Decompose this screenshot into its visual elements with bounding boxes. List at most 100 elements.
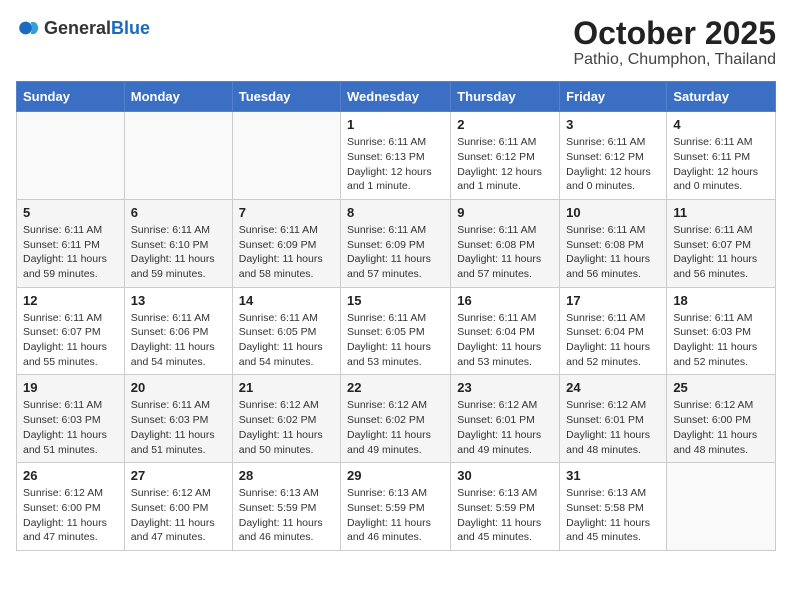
calendar-cell: 3Sunrise: 6:11 AMSunset: 6:12 PMDaylight… [560,112,667,200]
day-info: Sunrise: 6:11 AMSunset: 6:07 PMDaylight:… [23,311,118,370]
day-info-line: Sunrise: 6:11 AM [23,224,102,236]
day-info-line: Sunset: 6:06 PM [131,326,209,338]
day-info-line: and 56 minutes. [673,268,748,280]
day-info-line: Sunset: 6:00 PM [673,414,751,426]
day-info-line: Daylight: 11 hours [131,341,215,353]
day-info: Sunrise: 6:11 AM Sunset: 6:09 PM Daylight:… [239,223,334,282]
calendar-cell: 15Sunrise: 6:11 AMSunset: 6:05 PMDayligh… [341,287,451,375]
calendar-table: SundayMondayTuesdayWednesdayThursdayFrid… [16,81,776,551]
weekday-row: SundayMondayTuesdayWednesdayThursdayFrid… [17,82,776,112]
day-info-line: Sunrise: 6:11 AM [239,224,318,236]
day-info-line: Sunset: 6:04 PM [457,326,535,338]
day-info-line: Sunset: 6:01 PM [566,414,644,426]
calendar-week-row: 5Sunrise: 6:11 AMSunset: 6:11 PMDaylight… [17,199,776,287]
day-info-line: Sunrise: 6:12 AM [23,487,103,499]
weekday-header: Wednesday [341,82,451,112]
day-info: Sunrise: 6:12 AMSunset: 6:00 PMDaylight:… [23,486,118,545]
day-info: Sunrise: 6:13 AM Sunset: 5:58 PM Daylight:… [566,486,660,545]
day-number: 1 [347,117,444,132]
day-info-line: Sunset: 6:09 PM [239,239,317,251]
calendar-cell: 14Sunrise: 6:11 AMSunset: 6:05 PMDayligh… [232,287,340,375]
weekday-header: Monday [124,82,232,112]
calendar-cell: 25Sunrise: 6:12 AMSunset: 6:00 PMDayligh… [667,375,776,463]
day-info-line: Sunset: 6:09 PM [347,239,425,251]
day-info: Sunrise: 6:12 AMSunset: 6:02 PMDaylight:… [239,398,334,457]
day-info-line: and 52 minutes. [566,356,641,368]
day-info: Sunrise: 6:13 AMSunset: 5:59 PMDaylight:… [457,486,553,545]
day-info: Sunrise: 6:11 AMSunset: 6:12 PMDaylight:… [457,135,553,194]
day-info-line: Daylight: 11 hours [239,253,323,265]
day-info-line: Daylight: 11 hours [131,253,215,265]
day-info-line: Sunrise: 6:11 AM [673,136,752,148]
day-info-line: Daylight: 11 hours [23,517,107,529]
day-info-line: Daylight: 11 hours [457,517,541,529]
day-info-line: Sunrise: 6:13 AM [239,487,319,499]
day-info-line: and 53 minutes. [347,356,422,368]
calendar-cell [232,112,340,200]
day-info-line: and 1 minute. [457,180,521,192]
day-info: Sunrise: 6:11 AM Sunset: 6:09 PM Daylight:… [347,223,444,282]
calendar-cell: 28Sunrise: 6:13 AMSunset: 5:59 PMDayligh… [232,463,340,551]
calendar-cell: 2Sunrise: 6:11 AMSunset: 6:12 PMDaylight… [451,112,560,200]
day-info-line: Sunrise: 6:11 AM [131,224,210,236]
day-info-line: Sunset: 6:07 PM [23,326,101,338]
day-info-line: Daylight: 11 hours [673,253,757,265]
day-info: Sunrise: 6:11 AMSunset: 6:07 PMDaylight:… [673,223,769,282]
day-info-line: Sunset: 6:12 PM [457,151,535,163]
day-number: 19 [23,380,118,395]
day-info-line: Daylight: 11 hours [457,429,541,441]
day-info-line: Daylight: 11 hours [347,253,431,265]
day-info-line: and 51 minutes. [23,444,98,456]
day-info-line: Sunrise: 6:11 AM [347,224,426,236]
day-number: 12 [23,293,118,308]
day-info: Sunrise: 6:11 AMSunset: 6:05 PMDaylight:… [347,311,444,370]
calendar-cell: 27 Sunrise: 6:12 AMSunset: 6:00 PMDayligh… [124,463,232,551]
calendar-week-row: 12Sunrise: 6:11 AMSunset: 6:07 PMDayligh… [17,287,776,375]
day-number: 4 [673,117,769,132]
day-info-line: Daylight: 11 hours [239,517,323,529]
day-info-line: Daylight: 11 hours [239,341,323,353]
calendar-week-row: 19 Sunrise: 6:11 AM Sunset: 6:03 PM Dayligh… [17,375,776,463]
day-info-line: and 0 minutes. [673,180,742,192]
day-info: Sunrise: 6:11 AMSunset: 6:08 PMDaylight:… [457,223,553,282]
day-info-line: Sunrise: 6:11 AM [131,312,210,324]
day-info-line: and 46 minutes. [347,531,422,543]
page-title: October 2025 [573,16,776,51]
day-info-line: and 45 minutes. [566,531,641,543]
day-info-line: Daylight: 11 hours [347,429,431,441]
day-info-line: Daylight: 12 hours [673,166,758,178]
day-number: 27 [131,468,226,483]
day-info-line: Sunrise: 6:13 AM [457,487,537,499]
day-info-line: and 49 minutes. [347,444,422,456]
day-number: 25 [673,380,769,395]
day-info-line: Sunset: 6:13 PM [347,151,425,163]
day-number: 18 [673,293,769,308]
weekday-header: Tuesday [232,82,340,112]
day-info-line: Sunrise: 6:11 AM [347,136,426,148]
calendar-cell [667,463,776,551]
day-info-line: Daylight: 11 hours [23,253,107,265]
day-info-line: Sunrise: 6:12 AM [457,399,537,411]
calendar-cell: 12 Sunrise: 6:11 AMSunset: 6:07 PMDayligh… [17,287,125,375]
day-info-line: Sunset: 5:58 PM [566,502,644,514]
day-info-line: Sunset: 6:03 PM [131,414,209,426]
calendar-cell: 4Sunrise: 6:11 AMSunset: 6:11 PMDaylight… [667,112,776,200]
calendar-cell: 21Sunrise: 6:12 AMSunset: 6:02 PMDayligh… [232,375,340,463]
day-info-line: Sunrise: 6:13 AM [566,487,646,499]
calendar-cell: 9Sunrise: 6:11 AMSunset: 6:08 PMDaylight… [451,199,560,287]
day-info: Sunrise: 6:13 AMSunset: 5:59 PMDaylight:… [239,486,334,545]
day-info-line: Daylight: 11 hours [566,517,650,529]
calendar-cell: 13Sunrise: 6:11 AMSunset: 6:06 PMDayligh… [124,287,232,375]
day-number: 31 [566,468,660,483]
day-info-line: Sunrise: 6:11 AM [131,399,210,411]
calendar-body: 1 Sunrise: 6:11 AM Sunset: 6:13 PM Daylight… [17,112,776,551]
day-info-line: Daylight: 11 hours [457,253,541,265]
day-info-line: Sunrise: 6:11 AM [566,136,645,148]
day-info: Sunrise: 6:12 AMSunset: 6:01 PMDaylight:… [457,398,553,457]
logo-blue-text: Blue [111,18,150,38]
day-info: Sunrise: 6:12 AMSunset: 6:00 PMDaylight:… [131,486,226,545]
day-info-line: and 55 minutes. [23,356,98,368]
day-number: 22 [347,380,444,395]
calendar-cell: 10Sunrise: 6:11 AMSunset: 6:08 PMDayligh… [560,199,667,287]
calendar-cell: 6Sunrise: 6:11 AMSunset: 6:10 PMDaylight… [124,199,232,287]
